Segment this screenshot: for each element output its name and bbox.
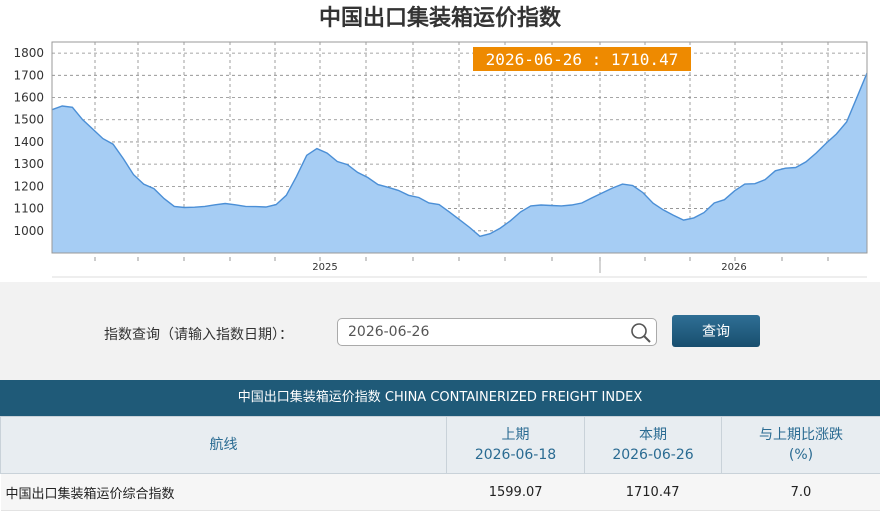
row-previous-value: 1599.07 (447, 474, 585, 511)
tooltip-text: 2026-06-26 : 1710.47 (486, 50, 679, 69)
header-change-label: 与上期比涨跌 (722, 425, 880, 445)
area-series (52, 42, 867, 253)
header-route-label: 航线 (210, 437, 238, 453)
value-tooltip: 2026-06-26 : 1710.47 (473, 47, 691, 71)
series-area (52, 73, 867, 253)
header-current-label: 本期 (585, 425, 721, 445)
y-tick-label: 1800 (13, 46, 44, 60)
search-icon[interactable] (630, 322, 652, 344)
header-current: 本期 2026-06-26 (585, 417, 722, 474)
y-tick-label: 1500 (13, 113, 44, 127)
query-button[interactable]: 查询 (672, 315, 760, 347)
header-route: 航线 (1, 417, 447, 474)
query-label: 指数查询（请输入指数日期）： (104, 324, 293, 344)
x-tick-label: 2025 (312, 262, 337, 273)
row-change-value: 7.0 (722, 474, 880, 511)
x-tick-label: 2026 (721, 262, 746, 273)
y-tick-label: 1700 (13, 68, 44, 82)
row-current-value: 1710.47 (585, 474, 722, 511)
table-header-row: 航线 上期 2026-06-18 本期 2026-06-26 与上期比涨跌 (%… (1, 417, 880, 474)
y-tick-label: 1200 (13, 179, 44, 193)
date-field[interactable] (337, 318, 657, 346)
y-tick-label: 1600 (13, 91, 44, 105)
header-previous-label: 上期 (447, 425, 584, 445)
date-input[interactable] (348, 319, 618, 345)
index-chart: 中国出口集装箱运价指数 1000 1100 1200 1300 1400 1500 1600… (0, 0, 880, 282)
y-tick-label: 1400 (13, 135, 44, 149)
header-change-unit: (%) (722, 445, 880, 465)
table-caption: 中国出口集装箱运价指数 CHINA CONTAINERIZED FREIGHT … (0, 380, 880, 416)
chart-title: 中国出口集装箱运价指数 (319, 5, 562, 31)
y-tick-label: 1100 (13, 202, 44, 216)
header-current-date: 2026-06-26 (585, 445, 721, 465)
x-axis: 2025 2026 (52, 257, 867, 277)
y-tick-label: 1300 (13, 157, 44, 171)
row-route: 中国出口集装箱运价综合指数 (1, 474, 447, 511)
index-table: 航线 上期 2026-06-18 本期 2026-06-26 与上期比涨跌 (%… (0, 416, 880, 511)
y-tick-label: 1000 (13, 224, 44, 238)
header-change: 与上期比涨跌 (%) (722, 417, 880, 474)
header-previous: 上期 2026-06-18 (447, 417, 585, 474)
table-row: 中国出口集装箱运价综合指数 1599.07 1710.47 7.0 (1, 474, 880, 511)
query-panel: 指数查询（请输入指数日期）： 查询 (0, 282, 880, 380)
chart-panel: 中国出口集装箱运价指数 1000 1100 1200 1300 1400 1500 1600… (0, 0, 880, 282)
header-previous-date: 2026-06-18 (447, 445, 584, 465)
y-axis: 1000 1100 1200 1300 1400 1500 1600 1700 1800 (13, 46, 44, 238)
